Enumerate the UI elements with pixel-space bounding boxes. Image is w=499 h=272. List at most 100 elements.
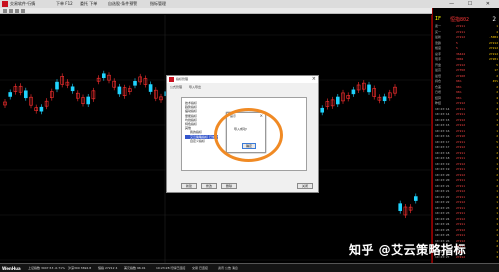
candle-body bbox=[23, 90, 28, 99]
status-segment[interactable]: 恒指 27212 4 bbox=[98, 264, 117, 272]
quote-extra: 27212 bbox=[488, 51, 498, 56]
quote-change: 2 bbox=[492, 16, 496, 23]
quote-value: 27211 bbox=[456, 106, 466, 111]
quote-value: 27211 bbox=[456, 29, 466, 34]
quote-label: 10:23:20 bbox=[435, 172, 450, 177]
status-segment[interactable]: 资讯 公告 消息 bbox=[218, 264, 238, 272]
quote-row: 仓差 96% 2 bbox=[435, 85, 498, 90]
quote-extra: 2 bbox=[496, 112, 498, 116]
quote-extra: 5 bbox=[496, 62, 498, 67]
app-icon bbox=[169, 77, 174, 82]
quote-row: 10:23:14 27211 4 bbox=[435, 107, 498, 112]
quote-value: 27212 bbox=[456, 145, 466, 149]
quote-extra: 4 bbox=[496, 238, 498, 243]
quote-row: 10:23:20 27211 1 bbox=[435, 178, 498, 183]
menu-title-2[interactable]: 下单 F12 bbox=[56, 0, 73, 8]
candle-body bbox=[70, 86, 75, 92]
quote-label: 卖一 bbox=[435, 24, 442, 28]
quote-value: 27211 bbox=[456, 128, 466, 133]
dialog-tabs: 公式管理 导入导出 bbox=[170, 84, 207, 90]
quote-extra: 2 bbox=[496, 205, 498, 210]
quote-extra: 1 bbox=[496, 101, 498, 105]
quote-value: 3004 bbox=[456, 57, 464, 61]
candle-body bbox=[8, 92, 12, 97]
delete-button[interactable]: 删除 bbox=[221, 183, 237, 189]
quote-label: 最高 bbox=[435, 68, 442, 72]
menu-title-5[interactable]: 指标管理 bbox=[150, 0, 166, 8]
quote-extra: 4 bbox=[496, 29, 498, 34]
app-icon bbox=[2, 1, 8, 7]
status-segment[interactable]: 上证指数 3047.53 -0.71% bbox=[28, 264, 65, 272]
quote-extra: 2 bbox=[496, 84, 498, 89]
quote-value: 96% bbox=[456, 90, 462, 94]
quote-label: 10:23:14 bbox=[435, 112, 450, 116]
tab-import-export[interactable]: 导入导出 bbox=[189, 85, 201, 89]
quote-label: 10:23:15 bbox=[435, 117, 450, 122]
quote-extra: 1 bbox=[496, 161, 498, 166]
quote-row: 最高 27350 17 bbox=[435, 68, 498, 73]
quote-label: 买一 bbox=[435, 29, 442, 34]
new-button[interactable]: 新建 bbox=[181, 183, 197, 189]
trading-app-window: 交易软件·行情 下单 F12 委托 下单 自选股·条件预警 指标管理 — ☐ ✕… bbox=[0, 0, 499, 272]
quote-extra: 27212 bbox=[488, 40, 498, 45]
watermark-text: 知乎 @艾云策略指标 bbox=[349, 243, 467, 257]
window-controls[interactable]: — ☐ ✕ bbox=[449, 0, 496, 8]
edit-button[interactable]: 修改 bbox=[201, 183, 217, 189]
quote-extra: 2 bbox=[496, 172, 498, 177]
contract-name: 恒指802 bbox=[450, 17, 470, 23]
quote-label: 10:23:17 bbox=[435, 139, 450, 144]
toolbar-icon[interactable] bbox=[3, 9, 7, 13]
quote-extra: 3 bbox=[496, 255, 498, 259]
candle-body bbox=[413, 196, 418, 201]
status-segment: 10:23:28 行情已连接 bbox=[156, 266, 186, 270]
quote-value: 27160 bbox=[456, 73, 466, 78]
quote-label: 10:23:15 bbox=[435, 123, 450, 127]
quote-extra: 3 bbox=[496, 123, 498, 127]
quote-row: 昨结 27212 1 bbox=[435, 101, 498, 106]
quote-extra: 2 bbox=[496, 90, 498, 94]
quote-row: 10:23:20 27212 2 bbox=[435, 173, 498, 178]
close-button[interactable]: 关闭 bbox=[297, 183, 313, 189]
quote-extra: 4 bbox=[496, 106, 498, 111]
quote-value: 27211 bbox=[456, 139, 466, 144]
quote-extra: 1 bbox=[496, 128, 498, 133]
quote-extra: 3 bbox=[496, 167, 498, 171]
quote-label: 10:23:16 bbox=[435, 134, 450, 138]
quote-label: 10:23:24 bbox=[435, 216, 450, 221]
quote-label: 日增 bbox=[435, 90, 442, 94]
menu-title-3[interactable]: 委托 下单 bbox=[80, 0, 97, 8]
status-segment[interactable]: 沪深300 3692.8 bbox=[68, 264, 91, 272]
toolbar-icon[interactable] bbox=[21, 9, 25, 13]
menu-title-4[interactable]: 自选股·条件预警 bbox=[108, 0, 137, 8]
quote-extra: 1 bbox=[496, 145, 498, 149]
close-icon[interactable]: × bbox=[312, 76, 316, 83]
quote-row: 10:23:21 27211 2 bbox=[435, 184, 498, 189]
quote-value: 27212 bbox=[456, 227, 466, 232]
quote-label: 总手 bbox=[435, 51, 442, 56]
quote-value: 96% bbox=[456, 84, 462, 89]
quote-value: 27211 bbox=[456, 167, 466, 171]
quote-row: 卖一 27211 1 bbox=[435, 24, 498, 29]
toolbar-icon[interactable] bbox=[15, 9, 19, 13]
toolbar-icon[interactable] bbox=[9, 9, 13, 13]
quote-row: 最新 27212 -5004 bbox=[435, 35, 498, 40]
quote-extra: 2 bbox=[496, 73, 498, 78]
candle-body bbox=[86, 96, 90, 105]
quote-value: 27211 bbox=[456, 222, 466, 226]
quote-label: 10:23:23 bbox=[435, 205, 450, 210]
candle-body bbox=[398, 203, 403, 211]
quote-extra: 1 bbox=[496, 222, 498, 226]
quote-panel: IF 恒指802 2 卖一 27211 1 买一 27211 4 最新 27212 -5004 涨… bbox=[432, 8, 499, 263]
quote-row: 10:23:22 27212 1 bbox=[435, 200, 498, 205]
status-segment[interactable]: 美元指数 96.01 bbox=[124, 264, 146, 272]
tab-formula[interactable]: 公式管理 bbox=[170, 85, 182, 89]
quote-value: 27212 bbox=[456, 62, 466, 67]
quote-value: 96% bbox=[456, 79, 462, 83]
candle-body bbox=[335, 96, 340, 105]
quote-row: 涨跌 5 27212 bbox=[435, 41, 498, 46]
tree-item[interactable]: 自定义指标 bbox=[185, 139, 205, 143]
quote-label: 10:23:19 bbox=[435, 161, 450, 166]
quote-value: 27211 bbox=[456, 178, 466, 182]
dialog-title: 指标管理 × bbox=[167, 76, 318, 83]
menu-title-1[interactable]: 交易软件·行情 bbox=[10, 0, 35, 8]
